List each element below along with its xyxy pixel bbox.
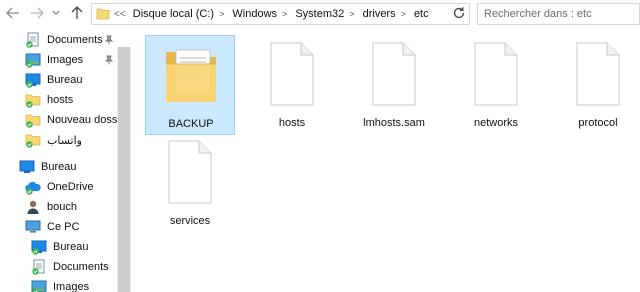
documents-icon [25,32,41,48]
file-name: protocol [578,117,618,129]
nav-item-nouveau-dossier[interactable]: Nouveau dossier [25,110,117,130]
search-input[interactable]: Rechercher dans : etc [477,3,640,25]
forward-button[interactable] [29,5,45,21]
nav-item-bureau[interactable]: Bureau [25,70,82,90]
file-icon [270,42,314,106]
documents-icon [31,259,47,275]
breadcrumb: << Disque local (C:) > Windows > System32 >… [114,8,429,20]
desktop-icon [25,72,41,88]
nav-item-label: Bureau [53,241,89,253]
breadcrumb-item[interactable]: Disque local (C:) [133,8,214,20]
nav-item-hosts[interactable]: hosts [25,90,73,110]
nav-item-whatsapp-folder[interactable]: واتساب [25,130,82,150]
file-item-services[interactable]: services [145,133,235,233]
breadcrumb-item[interactable]: System32 [295,8,344,20]
nav-item-bureau-root[interactable]: Bureau [19,157,76,177]
images-icon [25,52,41,68]
folder-icon [25,112,41,128]
nav-item-label: واتساب [47,134,82,147]
nav-item-label: OneDrive [47,181,94,193]
nav-item-label: Images [53,281,90,292]
nav-item-onedrive[interactable]: OneDrive [25,177,93,197]
nav-item-label: Documents [47,34,103,46]
nav-item-pc-bureau[interactable]: Bureau [31,237,88,257]
nav-item-label: Nouveau dossier [47,114,117,126]
recent-locations-button[interactable] [51,5,61,21]
address-bar[interactable]: << Disque local (C:) > Windows > System32 >… [91,3,536,25]
nav-item-label: bouch [47,201,77,213]
folder-icon [25,132,41,148]
pin-icon[interactable] [104,55,114,65]
nav-item-label: hosts [47,94,74,106]
nav-item-label: Bureau [47,74,83,86]
user-icon [25,199,41,215]
breadcrumb-item[interactable]: etc [414,8,429,20]
chevron-right-icon[interactable]: > [282,9,287,19]
nav-item-pc-documents[interactable]: Documents [31,257,109,277]
file-name: lmhosts.sam [363,117,425,129]
nav-item-images[interactable]: Images [25,50,83,70]
images-icon [31,279,47,292]
file-icon [168,140,212,204]
computer-icon [25,219,41,235]
file-name: networks [473,117,519,129]
folder-icon [166,49,216,102]
up-button[interactable] [69,5,85,21]
nav-item-label: Images [47,54,84,66]
chevron-right-icon[interactable]: > [401,9,406,19]
arrow-right-icon [31,7,44,19]
file-icon [372,42,416,106]
file-item-hosts[interactable]: hosts [247,35,337,135]
file-item-protocol[interactable]: protocol [553,35,640,135]
nav-item-label: Ce PC [47,221,80,233]
file-list: BACKUP hosts lmhosts.sam networks protoc… [131,29,640,292]
chevron-down-icon [52,10,60,15]
chevron-right-icon[interactable]: > [349,9,354,19]
navigation-pane: Documents Images Bureau hosts Nouveau do… [0,29,131,292]
nav-scrollbar[interactable] [117,47,131,292]
desktop-icon [19,159,35,175]
cloud-icon [25,179,41,195]
file-name: BACKUP [168,118,214,130]
breadcrumb-item[interactable]: drivers [363,8,396,20]
nav-item-label: Bureau [41,161,77,173]
desktop-icon [31,239,47,255]
pin-icon[interactable] [104,35,114,45]
nav-item-label: Documents [53,261,109,273]
nav-item-user[interactable]: bouch [25,197,77,217]
address-toolbar: << Disque local (C:) > Windows > System32 >… [0,0,640,29]
file-icon [576,42,620,106]
file-name: hosts [278,117,306,129]
file-item-lmhosts[interactable]: lmhosts.sam [349,35,439,135]
folder-icon [96,8,110,20]
nav-scrollbar-thumb[interactable] [118,47,130,292]
arrow-left-icon [6,7,19,19]
chevron-right-icon[interactable]: > [219,9,224,19]
back-button[interactable] [5,5,21,21]
overflow-chevron[interactable]: << [114,9,126,20]
nav-item-pc-images[interactable]: Images [31,277,89,292]
file-item-backup[interactable]: BACKUP [145,35,235,135]
refresh-icon[interactable] [451,5,467,21]
file-item-networks[interactable]: networks [451,35,541,135]
nav-item-this-pc[interactable]: Ce PC [25,217,79,237]
file-name: services [169,215,211,227]
breadcrumb-item[interactable]: Windows [232,8,277,20]
arrow-up-icon [71,6,83,19]
search-placeholder: Rechercher dans : etc [484,8,592,20]
folder-icon [25,92,41,108]
nav-item-documents[interactable]: Documents [25,30,103,50]
file-icon [474,42,518,106]
